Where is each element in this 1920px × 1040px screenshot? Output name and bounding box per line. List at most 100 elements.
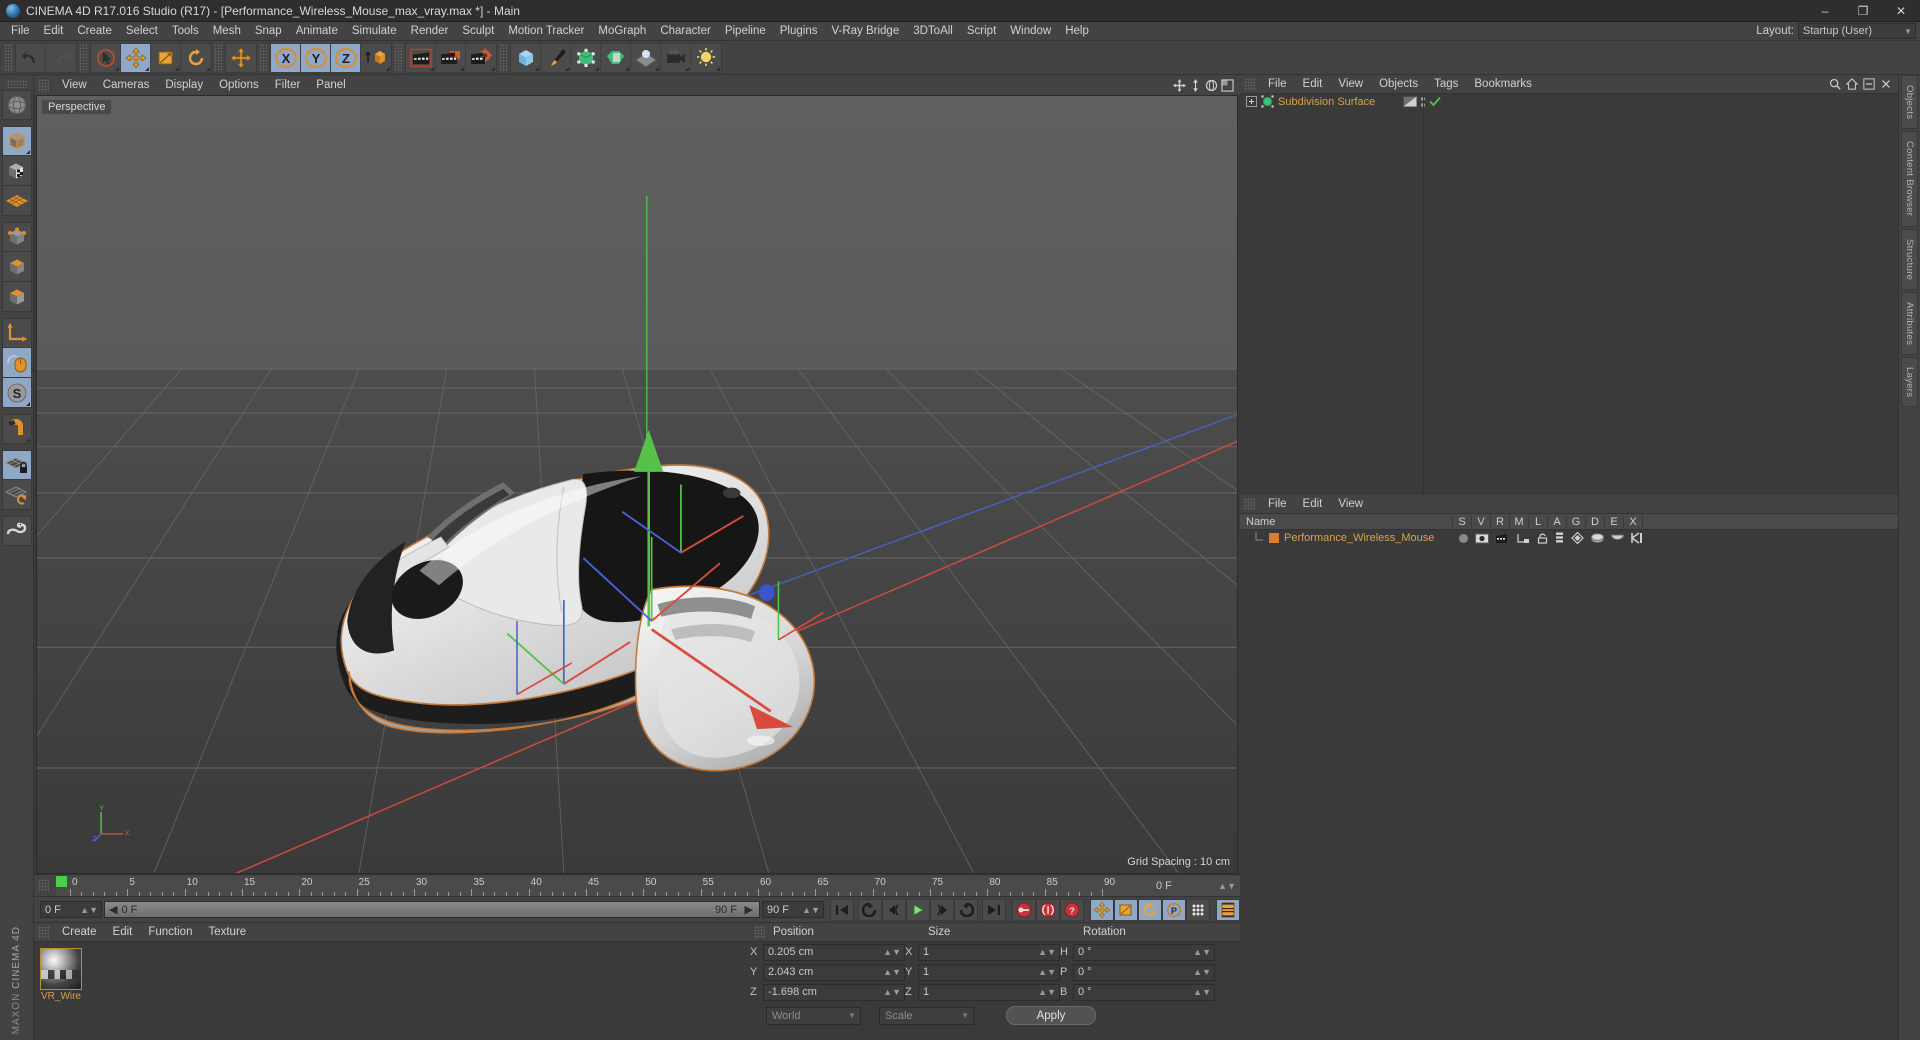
spinner-icon[interactable]: ▲▼ <box>1038 947 1056 957</box>
position-y-input[interactable]: 2.043 cm ▲▼ <box>763 963 905 981</box>
point-mode-button[interactable] <box>1 222 32 252</box>
coordinate-system-button[interactable] <box>361 43 391 72</box>
menu-item-snap[interactable]: Snap <box>248 23 289 39</box>
animation-icon[interactable] <box>1555 532 1564 544</box>
minimize-button[interactable]: – <box>1806 0 1844 22</box>
solo-dot-icon[interactable] <box>1459 533 1469 543</box>
material-menu-create[interactable]: Create <box>54 924 105 940</box>
rotation-b-input[interactable]: 0 ° ▲▼ <box>1073 983 1215 1001</box>
toolbar-grip[interactable] <box>79 43 88 72</box>
viewport-menu-grip[interactable] <box>38 78 49 92</box>
point-level-animation-button[interactable] <box>1186 898 1210 921</box>
timeline-frame-field[interactable]: 0 F ▲▼ <box>1128 875 1240 896</box>
go-to-start-button[interactable] <box>830 898 854 921</box>
column-header-a[interactable]: A <box>1548 515 1567 528</box>
live-selection-tool[interactable] <box>91 43 121 72</box>
next-key-button[interactable] <box>954 898 978 921</box>
column-header-d[interactable]: D <box>1586 515 1605 528</box>
spinner-icon[interactable]: ▲▼ <box>802 905 820 915</box>
render-settings-button[interactable] <box>466 43 496 72</box>
enable-axis-button[interactable] <box>1 348 32 378</box>
column-header-s[interactable]: S <box>1453 515 1472 528</box>
play-button[interactable] <box>906 898 930 921</box>
column-header-r[interactable]: R <box>1491 515 1510 528</box>
zoom-view-icon[interactable] <box>1189 78 1202 92</box>
menu-item-pipeline[interactable]: Pipeline <box>718 23 773 39</box>
timeline-playhead[interactable] <box>56 875 67 887</box>
polygon-grid-button[interactable] <box>1 186 32 216</box>
timeline-scrubber[interactable]: ◀ 0 F 90 F ▶ <box>104 901 760 918</box>
pan-view-icon[interactable] <box>1173 78 1186 92</box>
world-coordinates-button[interactable] <box>226 43 256 72</box>
menu-item-select[interactable]: Select <box>119 23 165 39</box>
add-light-button[interactable] <box>691 43 721 72</box>
spinner-icon[interactable]: ▲▼ <box>1038 987 1056 997</box>
spinner-icon[interactable]: ▲▼ <box>1193 947 1211 957</box>
spinner-icon[interactable]: ▲▼ <box>1038 967 1056 977</box>
attribute-row[interactable]: Performance_Wireless_Mouse <box>1240 530 1898 546</box>
left-toolbar-grip[interactable] <box>6 80 27 88</box>
add-deformer-button[interactable] <box>601 43 631 72</box>
polygon-mode-button[interactable] <box>1 282 32 312</box>
attribute-manager-grip[interactable] <box>1244 497 1255 511</box>
rail-tab-content-browser[interactable]: Content Browser <box>1901 131 1918 227</box>
rotation-p-input[interactable]: 0 ° ▲▼ <box>1073 963 1215 981</box>
timeline-ruler[interactable]: 0 5 10 15 20 25 30 35 40 45 50 55 60 65 70 75 80 85 90 <box>56 875 1128 896</box>
search-icon[interactable] <box>1829 78 1841 90</box>
workplane-button[interactable] <box>1 480 32 510</box>
toolbar-grip[interactable] <box>499 43 508 72</box>
previous-key-button[interactable] <box>858 898 882 921</box>
close-panel-icon[interactable] <box>1880 78 1892 90</box>
column-header-e[interactable]: E <box>1605 515 1624 528</box>
menu-item-file[interactable]: File <box>4 23 37 39</box>
manager-icon[interactable] <box>1517 533 1530 544</box>
record-active-objects-button[interactable] <box>1012 898 1036 921</box>
column-header-g[interactable]: G <box>1567 515 1586 528</box>
column-header-v[interactable]: V <box>1472 515 1491 528</box>
lock-workplane-button[interactable] <box>1 450 32 480</box>
object-manager-grip[interactable] <box>1244 77 1255 91</box>
toolbar-grip[interactable] <box>394 43 403 72</box>
position-x-input[interactable]: 0.205 cm ▲▼ <box>763 943 905 961</box>
maximize-button[interactable]: ❐ <box>1844 0 1882 22</box>
spinner-icon[interactable]: ▲▼ <box>1193 987 1211 997</box>
deformer-icon[interactable] <box>1591 532 1605 544</box>
viewport-menu-options[interactable]: Options <box>211 77 267 93</box>
coordinate-system-dropdown[interactable]: World ▼ <box>766 1006 861 1025</box>
size-x-input[interactable]: 1 ▲▼ <box>918 943 1060 961</box>
transform-mode-dropdown[interactable]: Scale ▼ <box>879 1006 974 1025</box>
menu-item-animate[interactable]: Animate <box>289 23 345 39</box>
menu-item-edit[interactable]: Edit <box>37 23 71 39</box>
toolbar-grip[interactable] <box>4 43 13 72</box>
position-key-button[interactable] <box>1090 898 1114 921</box>
spinner-icon[interactable]: ▲▼ <box>80 905 98 915</box>
lock-y-axis-button[interactable]: Y <box>301 43 331 72</box>
rail-tab-layers[interactable]: Layers <box>1901 356 1918 408</box>
menu-item-plugins[interactable]: Plugins <box>773 23 825 39</box>
redo-button[interactable] <box>46 43 76 72</box>
object-menu-file[interactable]: File <box>1260 76 1295 92</box>
menu-item-tools[interactable]: Tools <box>165 23 206 39</box>
perspective-viewport[interactable]: Perspective Grid Spacing : 10 cm Y X Z <box>36 95 1238 874</box>
spinner-icon[interactable]: ▲▼ <box>1193 967 1211 977</box>
rotation-key-button[interactable] <box>1138 898 1162 921</box>
add-spline-pen-button[interactable] <box>541 43 571 72</box>
visibility-icon[interactable] <box>1475 533 1490 544</box>
layer-color-swatch[interactable] <box>1269 533 1279 543</box>
undo-view-button[interactable] <box>1 90 32 120</box>
material-menu-texture[interactable]: Texture <box>200 924 254 940</box>
object-menu-view[interactable]: View <box>1330 76 1371 92</box>
viewport-menu-filter[interactable]: Filter <box>267 77 309 93</box>
lock-icon[interactable] <box>1537 532 1548 544</box>
column-header-m[interactable]: M <box>1510 515 1529 528</box>
menu-item-window[interactable]: Window <box>1003 23 1058 39</box>
rail-tab-attributes[interactable]: Attributes <box>1901 291 1918 355</box>
go-to-end-button[interactable] <box>982 898 1006 921</box>
autokeying-button[interactable] <box>1036 898 1060 921</box>
add-generator-button[interactable] <box>571 43 601 72</box>
apply-button[interactable]: Apply <box>1006 1006 1096 1025</box>
axis-mode-button[interactable] <box>1 318 32 348</box>
spinner-icon[interactable]: ▲▼ <box>883 947 901 957</box>
attribute-menu-view[interactable]: View <box>1330 496 1371 512</box>
edge-mode-button[interactable] <box>1 252 32 282</box>
